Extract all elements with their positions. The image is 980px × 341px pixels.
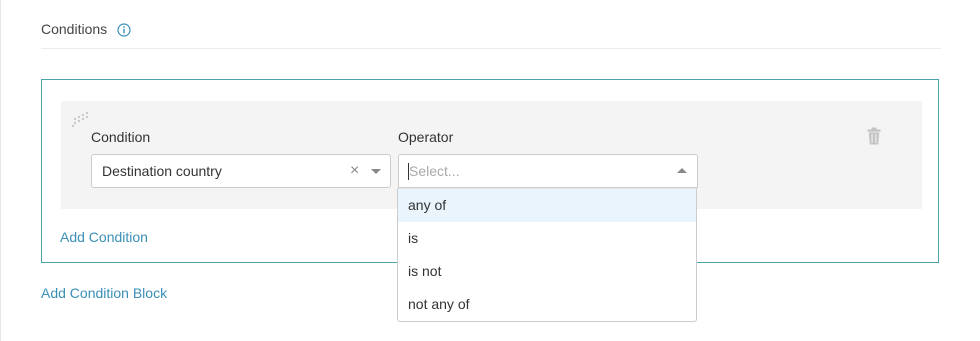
page-left-border xyxy=(0,0,1,341)
conditions-header: Conditions xyxy=(41,18,131,40)
condition-selected-value: Destination country xyxy=(102,163,222,179)
info-circle-icon[interactable] xyxy=(117,23,131,37)
dropdown-option-is-not[interactable]: is not xyxy=(398,255,696,288)
header-divider xyxy=(41,48,941,49)
add-condition-block-link[interactable]: Add Condition Block xyxy=(41,285,167,301)
clear-icon[interactable]: × xyxy=(350,162,359,180)
add-condition-link[interactable]: Add Condition xyxy=(60,229,148,245)
condition-select[interactable]: Destination country × xyxy=(91,154,391,188)
condition-label: Condition xyxy=(91,129,151,145)
trash-icon[interactable] xyxy=(867,127,881,145)
operator-label: Operator xyxy=(398,129,454,145)
chevron-up-icon[interactable] xyxy=(677,168,687,173)
section-title: Conditions xyxy=(41,21,108,37)
operator-select[interactable]: Select... xyxy=(398,154,698,188)
dropdown-option-is[interactable]: is xyxy=(398,222,696,255)
dropdown-option-any-of[interactable]: any of xyxy=(398,189,696,222)
dropdown-option-not-any-of[interactable]: not any of xyxy=(398,288,696,321)
operator-dropdown-menu: any of is is not not any of xyxy=(397,188,697,322)
chevron-down-icon[interactable] xyxy=(371,169,381,174)
drag-handle-icon[interactable] xyxy=(71,111,91,131)
operator-placeholder: Select... xyxy=(409,163,460,179)
text-cursor xyxy=(408,163,409,180)
